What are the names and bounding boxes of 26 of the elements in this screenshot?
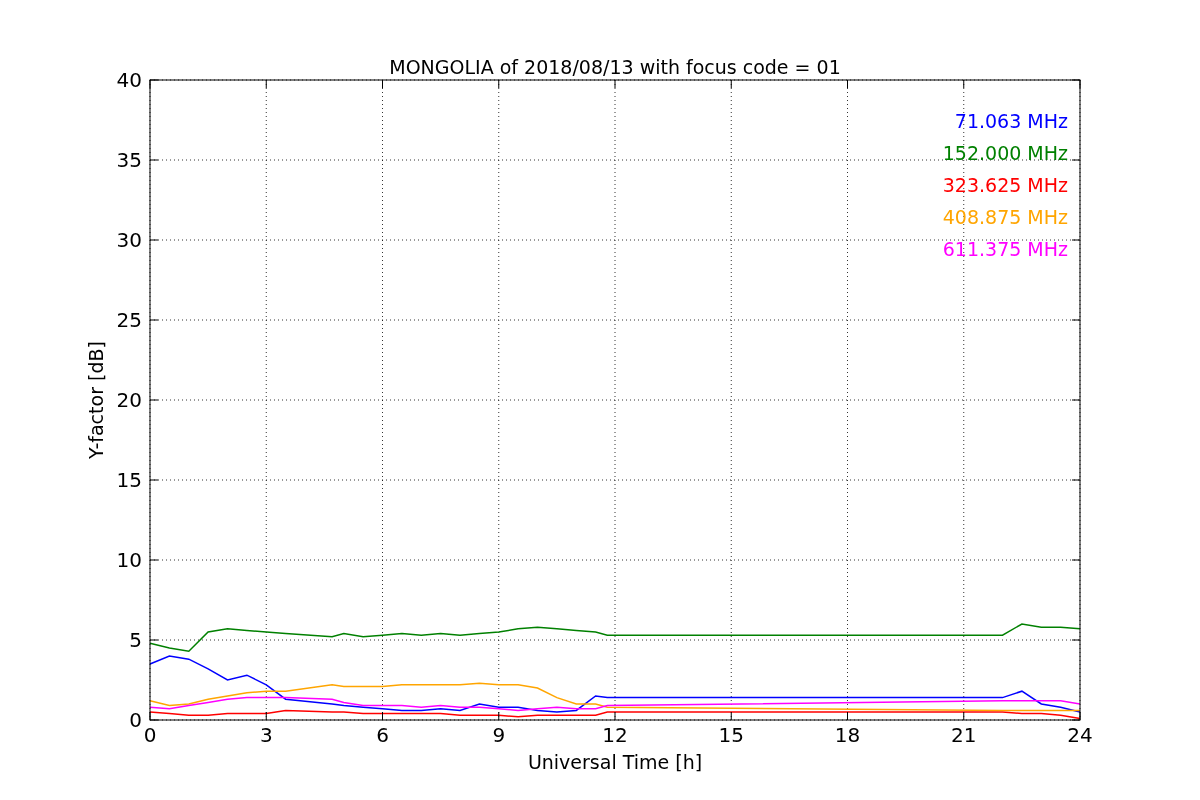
tick-label: 35 <box>116 148 142 172</box>
tick-label: 18 <box>834 723 861 747</box>
tick-label: 25 <box>116 308 142 332</box>
tick-label: 21 <box>951 723 977 747</box>
tick-label: 6 <box>376 723 389 747</box>
tick-label: 30 <box>116 228 142 252</box>
legend-label: 408.875 MHz <box>942 206 1068 228</box>
tick-label: 10 <box>116 548 142 572</box>
axis-label: Universal Time [h] <box>527 751 703 773</box>
tick-label: 40 <box>116 68 142 92</box>
legend-label: 71.063 MHz <box>954 110 1068 132</box>
legend-label: 152.000 MHz <box>942 142 1068 164</box>
tick-label: 0 <box>143 723 157 747</box>
axis-label: Y-factor [dB] <box>85 341 107 459</box>
tick-label: 15 <box>718 723 744 747</box>
tick-label: 15 <box>116 468 142 492</box>
tick-label: 24 <box>1067 723 1093 747</box>
tick-label: 20 <box>116 388 142 412</box>
legend-label: 611.375 MHz <box>942 238 1068 260</box>
tick-label: 5 <box>129 628 142 652</box>
legend-label: 323.625 MHz <box>942 174 1068 196</box>
tick-label: 9 <box>492 723 506 747</box>
tick-label: 0 <box>129 708 142 732</box>
tick-label: 3 <box>259 723 273 747</box>
tick-label: 12 <box>602 723 628 747</box>
chart-title: MONGOLIA of 2018/08/13 with focus code = 01 <box>389 56 841 78</box>
